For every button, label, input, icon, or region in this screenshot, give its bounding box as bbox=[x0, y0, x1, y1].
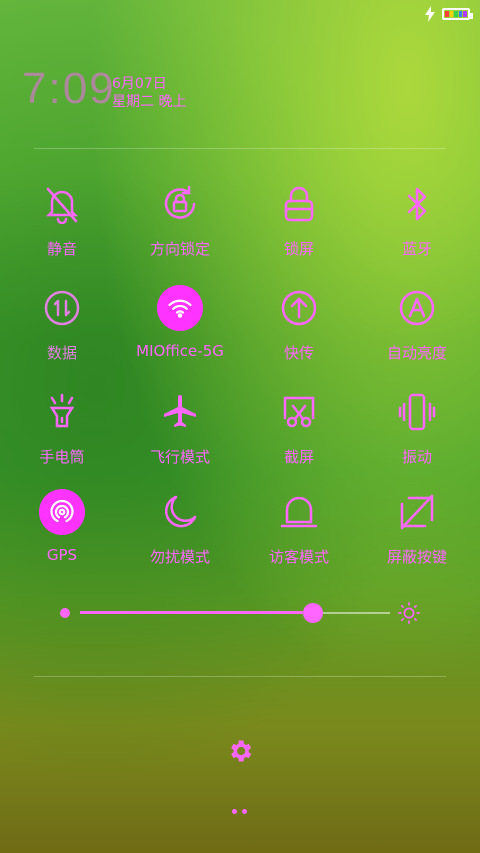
screenshot-icon bbox=[275, 388, 323, 436]
brightness-slider[interactable] bbox=[60, 598, 420, 628]
toggle-quick-transfer[interactable]: 快传 bbox=[239, 284, 359, 374]
toggle-label: MIOffice-5G bbox=[136, 342, 224, 360]
upload-icon bbox=[275, 284, 323, 332]
rotation-lock-icon bbox=[156, 180, 204, 228]
sun-icon bbox=[398, 602, 420, 624]
date-text: 6月07日 bbox=[112, 76, 167, 92]
airplane-icon bbox=[156, 388, 204, 436]
weekday-text: 星期二 晚上 bbox=[112, 94, 187, 110]
toggle-vibrate[interactable]: 振动 bbox=[357, 388, 477, 478]
vibrate-icon bbox=[393, 388, 441, 436]
gps-icon bbox=[38, 488, 86, 536]
toggle-rotation-lock[interactable]: 方向锁定 bbox=[120, 180, 240, 270]
toggle-lock-screen[interactable]: 锁屏 bbox=[239, 180, 359, 270]
toggle-label: GPS bbox=[46, 546, 78, 564]
flashlight-icon bbox=[38, 388, 86, 436]
status-bar bbox=[424, 4, 473, 24]
wifi-icon bbox=[156, 284, 204, 332]
toggle-do-not-disturb[interactable]: 勿扰模式 bbox=[120, 488, 240, 578]
battery-icon bbox=[442, 8, 473, 20]
brightness-min-icon bbox=[60, 608, 70, 618]
page-dot bbox=[232, 809, 237, 814]
toggle-bluetooth[interactable]: 蓝牙 bbox=[357, 180, 477, 270]
toggle-label: 自动亮度 bbox=[386, 344, 447, 362]
page-indicator bbox=[232, 809, 247, 814]
toggle-wifi[interactable]: MIOffice-5G bbox=[120, 284, 240, 374]
toggle-label: 蓝牙 bbox=[401, 240, 432, 258]
bluetooth-icon bbox=[393, 180, 441, 228]
top-divider bbox=[34, 148, 446, 149]
bolt-icon bbox=[425, 6, 435, 22]
toggle-data[interactable]: 数据 bbox=[2, 284, 122, 374]
lock-icon bbox=[275, 180, 323, 228]
toggle-screenshot[interactable]: 截屏 bbox=[239, 388, 359, 478]
guest-icon bbox=[275, 488, 323, 536]
toggle-label: 访客模式 bbox=[268, 548, 329, 566]
toggle-label: 飞行模式 bbox=[149, 448, 210, 466]
toggle-block-keys[interactable]: 屏蔽按键 bbox=[357, 488, 477, 578]
toggle-airplane[interactable]: 飞行模式 bbox=[120, 388, 240, 478]
auto-brightness-icon bbox=[393, 284, 441, 332]
page-dot bbox=[242, 809, 247, 814]
toggle-flashlight[interactable]: 手电筒 bbox=[2, 388, 122, 478]
toggle-label: 手电筒 bbox=[39, 448, 85, 466]
moon-icon bbox=[156, 488, 204, 536]
gear-icon[interactable] bbox=[226, 737, 254, 765]
key-block-icon bbox=[393, 488, 441, 536]
bell-off-icon bbox=[38, 180, 86, 228]
data-icon bbox=[38, 284, 86, 332]
clock: 7:09 bbox=[22, 64, 116, 113]
toggle-silent[interactable]: 静音 bbox=[2, 180, 122, 270]
toggle-label: 快传 bbox=[283, 344, 314, 362]
bottom-divider bbox=[34, 676, 446, 677]
toggle-gps[interactable]: GPS bbox=[2, 488, 122, 578]
toggle-label: 截屏 bbox=[283, 448, 314, 466]
toggle-label: 静音 bbox=[46, 240, 77, 258]
slider-thumb[interactable] bbox=[302, 603, 323, 623]
toggle-label: 方向锁定 bbox=[149, 240, 210, 258]
toggle-label: 勿扰模式 bbox=[149, 548, 210, 566]
toggle-label: 振动 bbox=[401, 448, 432, 466]
toggle-label: 锁屏 bbox=[283, 240, 314, 258]
toggle-auto-brightness[interactable]: 自动亮度 bbox=[357, 284, 477, 374]
toggle-label: 数据 bbox=[46, 344, 77, 362]
toggle-guest-mode[interactable]: 访客模式 bbox=[239, 488, 359, 578]
slider-fill bbox=[80, 611, 313, 614]
date-block: 6月07日 星期二 晚上 bbox=[112, 75, 186, 111]
toggle-label: 屏蔽按键 bbox=[386, 548, 447, 566]
